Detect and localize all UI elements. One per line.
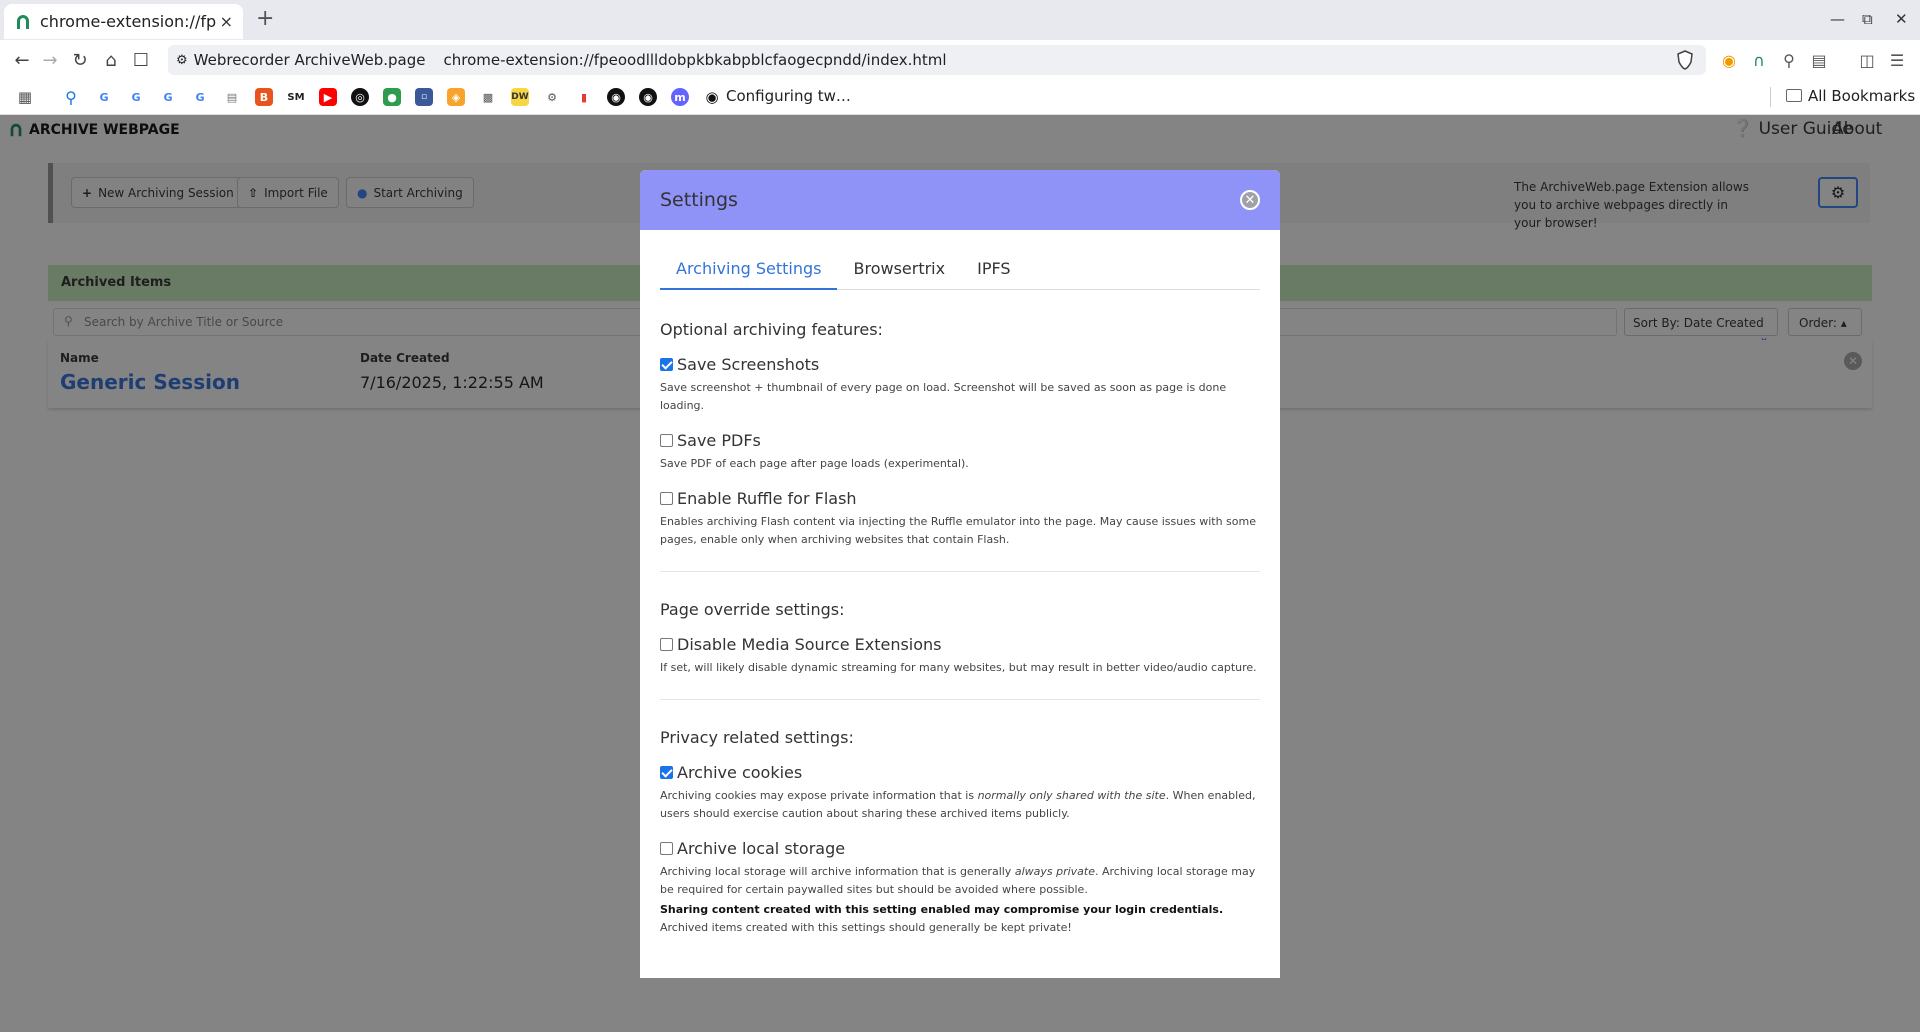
save-pdfs-checkbox[interactable] [660,434,673,447]
bookmarks-bar: ▦ ⚲ G G G G ▤ B SM ▶ ◎ ● ▫ ◈ ▩ DW ⚙ ▮ ◉ … [0,80,1920,115]
forward-icon[interactable]: → [38,48,62,72]
ruffle-checkbox[interactable] [660,492,673,505]
close-icon[interactable]: ✕ [1240,190,1260,210]
save-pdfs-desc: Save PDF of each page after page loads (… [660,457,969,470]
save-pdfs-label[interactable]: Save PDFs [677,431,761,450]
site-name: Webrecorder ArchiveWeb.page [193,51,426,69]
brave-shield-icon[interactable] [1676,50,1694,70]
save-screenshots-label[interactable]: Save Screenshots [677,355,819,374]
disable-mse-label[interactable]: Disable Media Source Extensions [677,635,942,654]
back-icon[interactable]: ← [10,48,34,72]
archive-local-storage-desc: Archiving local storage will archive inf… [660,865,1256,896]
settings-tabs: Archiving Settings Browsertrix IPFS [660,250,1260,290]
browser-tab[interactable]: chrome-extension://fpeoodllldobpkbkabpbl… [4,4,243,39]
browser-tabbar: chrome-extension://fpeoodllldobpkbkabpbl… [0,0,1920,40]
menu-icon[interactable]: ☰ [1886,49,1908,71]
ruffle-label[interactable]: Enable Ruffle for Flash [677,489,857,508]
disable-mse-checkbox[interactable] [660,638,673,651]
option-save-screenshots: Save Screenshots Save screenshot + thumb… [660,355,1260,415]
github-icon[interactable]: ◉ [703,88,721,106]
wallet-icon[interactable]: ▤ [1808,49,1830,71]
google-bookmark-icon[interactable]: G [191,88,209,106]
address-bar[interactable]: ⚙ Webrecorder ArchiveWeb.page chrome-ext… [168,45,1706,75]
orange-bookmark-icon[interactable]: ◈ [447,88,465,106]
archiveweb-extension-icon[interactable]: ∩ [1748,49,1770,71]
google-bookmark-icon[interactable]: G [159,88,177,106]
archive-local-storage-checkbox[interactable] [660,842,673,855]
youtube-bookmark-icon[interactable]: ▶ [319,88,337,106]
section-divider [660,699,1260,700]
google-bookmark-icon[interactable]: G [127,88,145,106]
bookmark-configuring[interactable]: Configuring tw… [726,87,851,105]
browser-toolbar: ← → ↻ ⌂ ☐ ⚙ Webrecorder ArchiveWeb.page … [0,40,1920,80]
extensions-icon[interactable]: ⚲ [1778,49,1800,71]
option-archive-cookies: Archive cookies Archiving cookies may ex… [660,763,1260,823]
ruffle-desc: Enables archiving Flash content via inje… [660,515,1256,546]
tab-browsertrix[interactable]: Browsertrix [837,250,961,290]
modal-header: Settings ✕ [640,170,1280,230]
search-bookmark-icon[interactable]: ⚲ [62,88,80,107]
archive-cookies-checkbox[interactable] [660,766,673,779]
page-override-heading: Page override settings: [660,600,845,619]
bookmark-icon[interactable]: ☐ [129,48,153,72]
save-screenshots-desc: Save screenshot + thumbnail of every pag… [660,381,1227,412]
disable-mse-desc: If set, will likely disable dynamic stre… [660,661,1257,674]
section-divider [660,571,1260,572]
globe-bookmark-icon[interactable]: ◉ [639,88,657,106]
all-bookmarks[interactable]: All Bookmarks [1808,87,1915,105]
document-bookmark-icon[interactable]: ▤ [223,88,241,106]
extension-puzzle-icon: ⚙ [176,52,188,68]
local-storage-warning: Sharing content created with this settin… [660,903,1224,916]
sm-bookmark-icon[interactable]: SM [287,88,305,106]
tab-archiving-settings[interactable]: Archiving Settings [660,250,838,290]
new-tab-button[interactable]: + [256,6,274,31]
dw-bookmark-icon[interactable]: DW [511,88,529,106]
rss-icon[interactable]: ◉ [1718,49,1740,71]
blue-bookmark-icon[interactable]: ▫ [415,88,433,106]
minimize-icon[interactable]: — [1830,10,1845,28]
google-bookmark-icon[interactable]: G [95,88,113,106]
modal-body: Archiving Settings Browsertrix IPFS Opti… [640,230,1280,957]
sidebar-icon[interactable]: ◫ [1856,49,1878,71]
home-icon[interactable]: ⌂ [99,48,123,72]
chart-bookmark-icon[interactable]: ▮ [575,88,593,106]
globe-bookmark-icon[interactable]: ◉ [607,88,625,106]
restore-icon[interactable]: ⧉ [1862,10,1873,28]
grid-bookmark-icon[interactable]: ▩ [479,88,497,106]
archive-cookies-desc: Archiving cookies may expose private inf… [660,789,1256,820]
window-close-icon[interactable]: ✕ [1895,10,1908,28]
privacy-heading: Privacy related settings: [660,728,854,747]
tab-title: chrome-extension://fpeoodllldobpkbkabpbl… [40,12,216,31]
archiveweb-favicon-icon [17,14,29,29]
save-screenshots-checkbox[interactable] [660,358,673,371]
modal-title: Settings [660,189,738,211]
archive-local-storage-label[interactable]: Archive local storage [677,839,845,858]
steam-bookmark-icon[interactable]: ⚙ [543,88,561,106]
option-archive-local-storage: Archive local storage Archiving local st… [660,839,1260,937]
tab-ipfs[interactable]: IPFS [961,250,1026,290]
apps-grid-icon[interactable]: ▦ [16,88,34,106]
reload-icon[interactable]: ↻ [68,48,92,72]
url-text: chrome-extension://fpeoodllldobpkbkabpbl… [443,51,947,69]
option-save-pdfs: Save PDFs Save PDF of each page after pa… [660,431,1260,473]
option-disable-mse: Disable Media Source Extensions If set, … [660,635,1260,677]
green-bookmark-icon[interactable]: ● [383,88,401,106]
archive-cookies-label[interactable]: Archive cookies [677,763,802,782]
local-storage-note: Archived items created with this setting… [660,921,1072,934]
mastodon-bookmark-icon[interactable]: m [671,88,689,106]
bookmark-divider [1770,87,1771,107]
option-ruffle: Enable Ruffle for Flash Enables archivin… [660,489,1260,549]
settings-modal: Settings ✕ Archiving Settings Browsertri… [640,170,1280,978]
b-bookmark-icon[interactable]: B [255,88,273,106]
optional-features-heading: Optional archiving features: [660,320,883,339]
circle-bookmark-icon[interactable]: ◎ [351,88,369,106]
folder-icon [1786,89,1802,102]
tab-close-icon[interactable]: × [220,12,233,31]
